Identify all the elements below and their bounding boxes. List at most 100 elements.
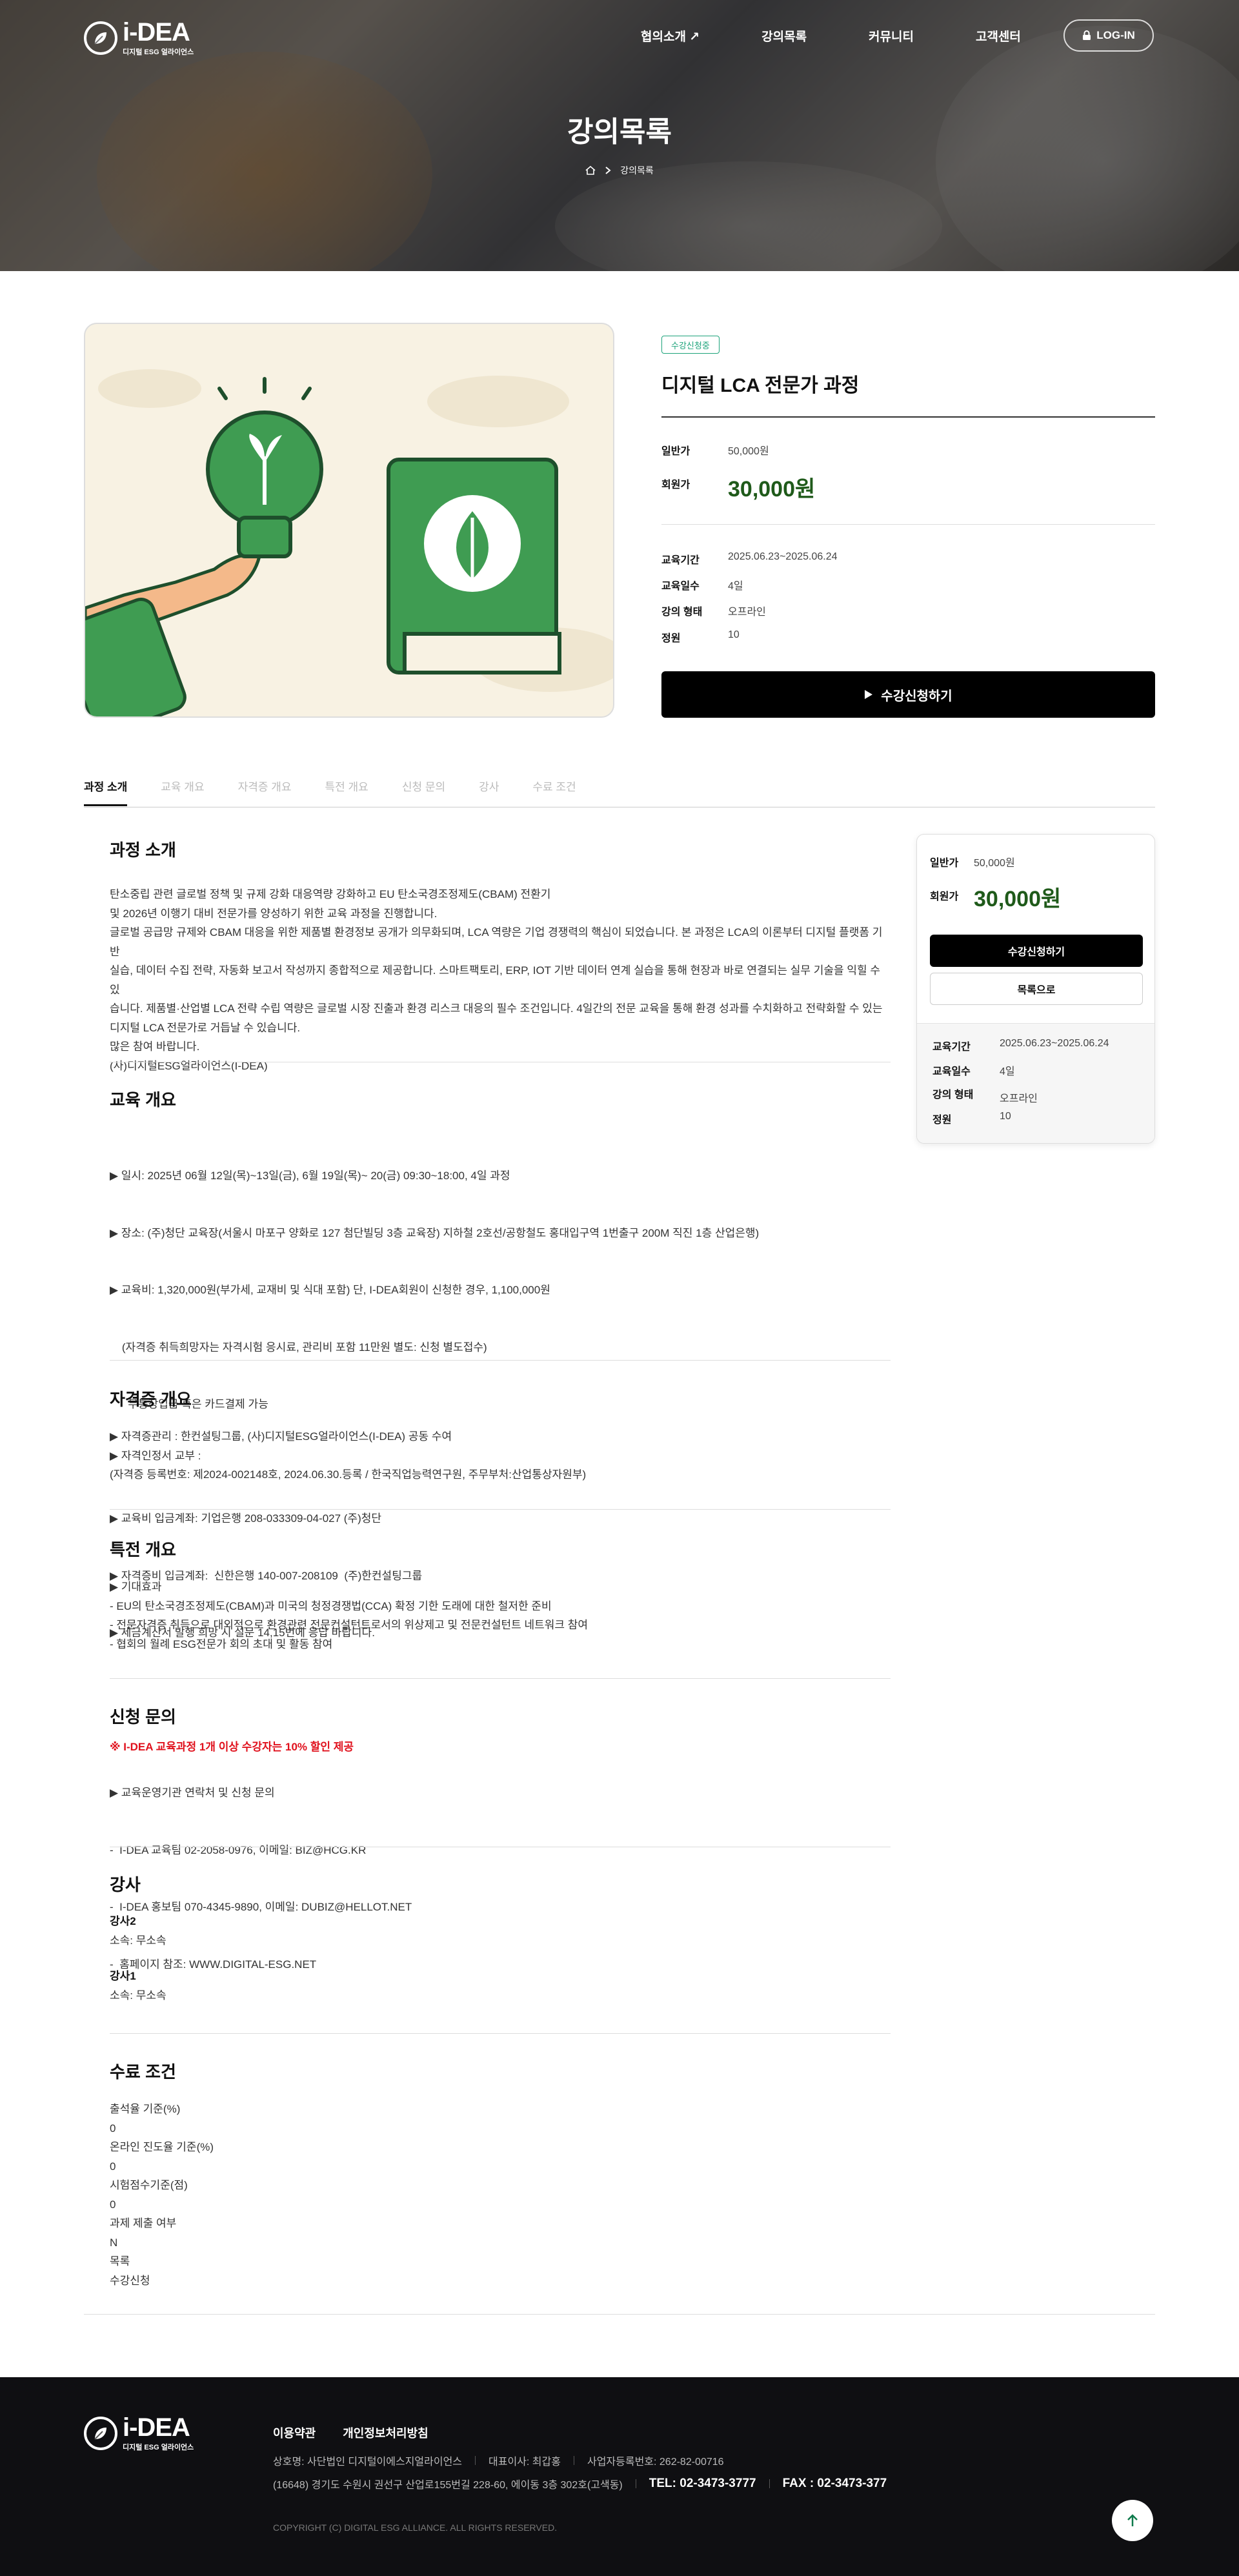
section-divider bbox=[110, 1678, 891, 1679]
sidebar-period-label: 교육기간 bbox=[932, 1042, 971, 1053]
page-divider bbox=[84, 2314, 1155, 2315]
instructor-name: 강사2 bbox=[110, 1915, 136, 1927]
text-line: 및 2026년 이행기 대비 전문가를 양성하기 위한 교육 과정을 진행합니다… bbox=[110, 907, 438, 920]
tab-instructor[interactable]: 강사 bbox=[479, 778, 499, 806]
site-logo[interactable]: i-DEA 디지털 ESG 얼라이언스 bbox=[84, 19, 194, 57]
text-line: 0 bbox=[110, 2122, 116, 2135]
nav-item-support[interactable]: 고객센터 bbox=[976, 27, 1021, 45]
nav-item-about[interactable]: 협의소개 ↗ bbox=[641, 27, 700, 45]
text-line: 0 bbox=[110, 2160, 116, 2173]
logo-subtext: 디지털 ESG 얼라이언스 bbox=[123, 2444, 194, 2451]
section-title-overview: 교육 개요 bbox=[110, 1090, 176, 1110]
text-line: (사)디지털ESG얼라이언스(I-DEA) bbox=[110, 1059, 268, 1072]
course-title: 디지털 LCA 전문가 과정 bbox=[661, 375, 860, 396]
benefit-text: ▶ 기대효과 - EU의 탄소국경조정제도(CBAM)과 미국의 청정경쟁법(C… bbox=[110, 1577, 891, 1654]
text-line: 0 bbox=[110, 2198, 116, 2211]
sidebar-period: 2025.06.23~2025.06.24 bbox=[1000, 1038, 1109, 1049]
instructor-list: 강사2 소속: 무소속 강사1 소속: 무소속 bbox=[110, 1912, 891, 2005]
privacy-link[interactable]: 개인정보처리방침 bbox=[343, 2424, 428, 2441]
breadcrumb-current: 강의목록 bbox=[620, 165, 654, 176]
text-line: - EU의 탄소국경조정제도(CBAM)과 미국의 청정경쟁법(CCA) 확정 … bbox=[110, 1599, 552, 1612]
sidebar-capacity-label: 정원 bbox=[932, 1115, 952, 1126]
sidebar-member-label: 회원가 bbox=[930, 891, 959, 902]
text-line: ▶ 자격인정서 교부 : bbox=[110, 1449, 201, 1462]
capacity-label: 정원 bbox=[661, 633, 681, 644]
apply-button[interactable]: 수강신청하기 bbox=[661, 671, 1155, 718]
tel: TEL: 02-3473-3777 bbox=[649, 2477, 756, 2490]
sidebar-details: 교육기간 2025.06.23~2025.06.24 교육일수 4일 강의 형태… bbox=[917, 1023, 1154, 1143]
days-value: 4일 bbox=[728, 581, 743, 592]
leaf-logo-icon bbox=[84, 21, 117, 55]
text-line: ▶ 장소: (주)청단 교육장(서울시 마포구 양화로 127 첨단빌딩 3층 … bbox=[110, 1226, 760, 1239]
capacity-value: 10 bbox=[728, 629, 740, 640]
text-line: N bbox=[110, 2236, 118, 2249]
period-label: 교육기간 bbox=[661, 555, 700, 566]
text-line: - 전문자격증 취득으로 대외적으로 환경관련 전문컨설턴트로서의 위상제고 및… bbox=[110, 1619, 589, 1631]
tab-intro[interactable]: 과정 소개 bbox=[84, 778, 128, 806]
back-to-list-button[interactable]: 목록으로 bbox=[930, 973, 1143, 1005]
text-line: (자격증 취득희망자는 자격시험 응시료, 관리비 포함 11만원 별도: 신청… bbox=[110, 1341, 487, 1354]
text-line: - I-DEA 교육팀 02-2058-0976, 이메일: BIZ@HCG.K… bbox=[110, 1843, 367, 1856]
divider bbox=[475, 2456, 476, 2465]
sidebar-general-price: 50,000원 bbox=[974, 858, 1015, 869]
nav-item-courses[interactable]: 강의목록 bbox=[761, 27, 807, 45]
completion-text: 출석율 기준(%) 0 온라인 진도율 기준(%) 0 시험점수기준(점) 0 … bbox=[110, 2100, 891, 2290]
text-line: ▶ 자격증관리 : 한컨설팅그룹, (사)디지털ESG얼라이언스(I-DEA) … bbox=[110, 1430, 452, 1443]
tab-overview[interactable]: 교육 개요 bbox=[161, 778, 204, 806]
text-line: 출석율 기준(%) bbox=[110, 2103, 181, 2115]
divider bbox=[661, 416, 1155, 418]
chevron-right-icon bbox=[605, 167, 611, 174]
section-title-instructor: 강사 bbox=[110, 1875, 141, 1894]
tab-cert[interactable]: 자격증 개요 bbox=[238, 778, 292, 806]
footer-logo[interactable]: i-DEA 디지털 ESG 얼라이언스 bbox=[84, 2415, 194, 2452]
type-value: 오프라인 bbox=[728, 607, 766, 618]
sidebar-apply-button[interactable]: 수강신청하기 bbox=[930, 935, 1143, 967]
divider bbox=[661, 524, 1155, 525]
sidebar-type: 오프라인 bbox=[1000, 1093, 1038, 1104]
breadcrumb: 강의목록 bbox=[0, 164, 1239, 177]
footer-links: 이용약관 개인정보처리방침 bbox=[273, 2424, 428, 2441]
home-icon[interactable] bbox=[585, 166, 596, 175]
nav-item-community[interactable]: 커뮤니티 bbox=[869, 27, 914, 45]
sidebar-general-label: 일반가 bbox=[930, 858, 959, 869]
text-line: ▶ 기대효과 bbox=[110, 1581, 162, 1593]
period-value: 2025.06.23~2025.06.24 bbox=[728, 551, 838, 562]
logo-text: i-DEA bbox=[123, 2413, 190, 2442]
text-line: 온라인 진도율 기준(%) bbox=[110, 2141, 214, 2153]
section-title-benefit: 특전 개요 bbox=[110, 1540, 176, 1559]
text-line: 목록 bbox=[110, 2255, 130, 2267]
sidebar-days: 4일 bbox=[1000, 1066, 1015, 1077]
text-line: ▶ 일시: 2025년 06월 12일(목)~13일(금), 6월 19일(목)… bbox=[110, 1170, 510, 1182]
leaf-logo-icon bbox=[84, 2417, 117, 2450]
section-divider bbox=[110, 1509, 891, 1510]
address: (16648) 경기도 수원시 권선구 산업로155번길 228-60, 에이동… bbox=[273, 2480, 623, 2491]
company-name: 상호명: 사단법인 디지털이에스지얼라이언스 bbox=[273, 2457, 463, 2468]
sidebar-capacity: 10 bbox=[1000, 1111, 1011, 1122]
fax: FAX : 02-3473-377 bbox=[782, 2477, 887, 2490]
login-button[interactable]: LOG-IN bbox=[1063, 19, 1154, 52]
text-line: 많은 참여 바랍니다. bbox=[110, 1040, 200, 1053]
text-line: 실습, 데이터 수집 전략, 자동화 보고서 작성까지 종합적으로 제공합니다.… bbox=[110, 964, 880, 996]
member-price: 30,000원 bbox=[728, 477, 816, 502]
sidebar-type-label: 강의 형태 bbox=[932, 1090, 974, 1100]
apply-label: 수강신청하기 bbox=[881, 689, 952, 704]
terms-link[interactable]: 이용약관 bbox=[273, 2424, 316, 2441]
sidebar-member-price: 30,000원 bbox=[974, 887, 1062, 911]
general-price: 50,000원 bbox=[728, 446, 769, 457]
copyright: COPYRIGHT (C) DIGITAL ESG ALLIANCE. ALL … bbox=[273, 2522, 558, 2533]
status-badge: 수강신청중 bbox=[661, 336, 720, 354]
text-line: 습니다. 제품별·산업별 LCA 전략 수립 역량은 글로벌 시장 진출과 환경… bbox=[110, 1002, 883, 1015]
logo-text: i-DEA bbox=[123, 18, 190, 46]
text-line: ▶ 교육운영기관 연락처 및 신청 문의 bbox=[110, 1787, 275, 1799]
scroll-to-top-button[interactable] bbox=[1112, 2500, 1153, 2541]
tab-inquiry[interactable]: 신청 문의 bbox=[402, 778, 445, 806]
lock-icon bbox=[1083, 30, 1091, 40]
sidebar-days-label: 교육일수 bbox=[932, 1066, 971, 1077]
login-label: LOG-IN bbox=[1096, 29, 1135, 41]
tab-completion[interactable]: 수료 조건 bbox=[532, 778, 576, 806]
section-title-completion: 수료 조건 bbox=[110, 2062, 176, 2082]
tab-benefit[interactable]: 특전 개요 bbox=[325, 778, 368, 806]
text-line: 무통장입금 혹은 카드결제 가능 bbox=[110, 1398, 268, 1410]
